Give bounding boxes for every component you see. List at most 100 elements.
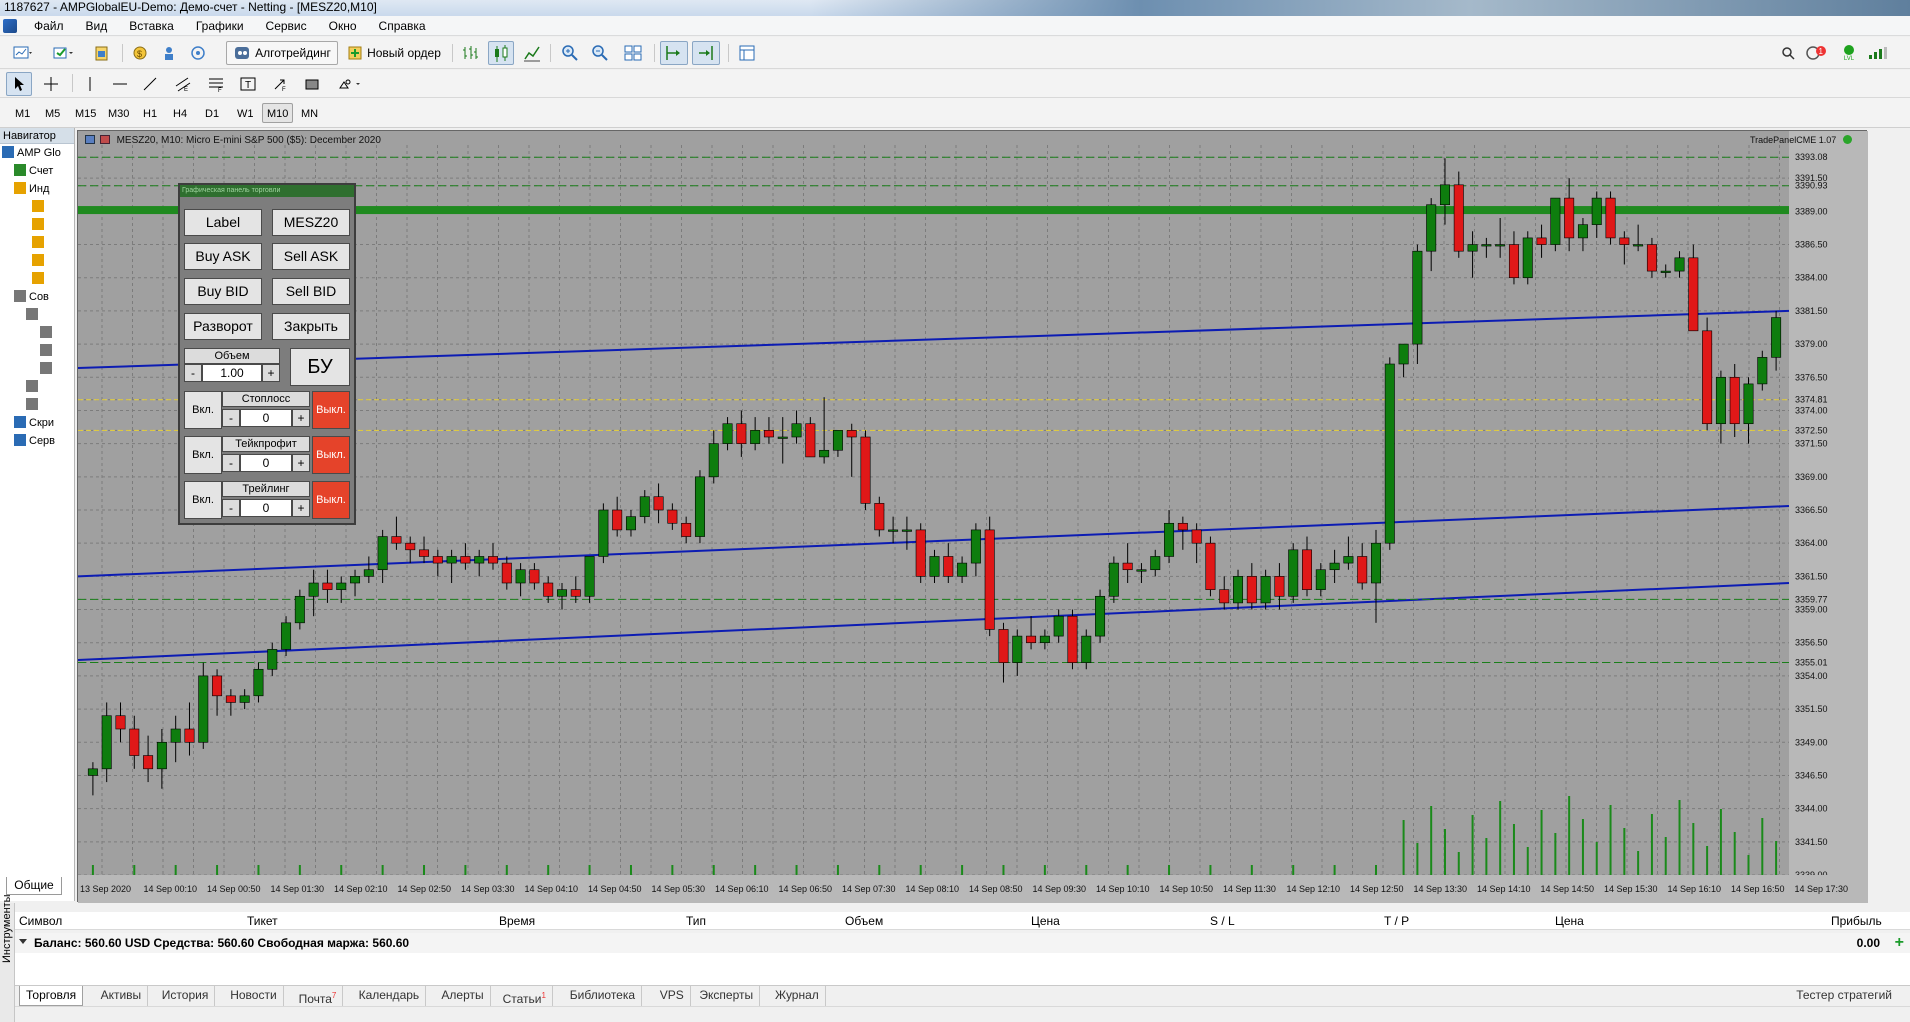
tf-m30[interactable]: M30 bbox=[103, 103, 134, 123]
col-price-current[interactable]: Цена bbox=[1555, 912, 1584, 930]
candle-body[interactable] bbox=[681, 522, 692, 537]
stoploss-input[interactable]: 0 bbox=[240, 409, 292, 427]
candle-body[interactable] bbox=[998, 629, 1009, 663]
trailing-minus[interactable]: - bbox=[222, 499, 240, 517]
stoploss-off-button[interactable]: Выкл. bbox=[312, 391, 350, 429]
candle-body[interactable] bbox=[1743, 383, 1754, 425]
candle-body[interactable] bbox=[363, 569, 374, 577]
tf-m5[interactable]: M5 bbox=[40, 103, 65, 123]
candle-body[interactable] bbox=[156, 741, 167, 770]
candle-body[interactable] bbox=[1205, 542, 1216, 590]
candle-body[interactable] bbox=[1564, 197, 1575, 239]
candle-body[interactable] bbox=[405, 542, 416, 551]
fibonacci-icon[interactable]: F bbox=[204, 72, 228, 96]
radio-icon[interactable] bbox=[186, 41, 210, 65]
tab-2[interactable]: История bbox=[156, 986, 216, 1006]
candle-body[interactable] bbox=[1577, 224, 1588, 239]
candle-body[interactable] bbox=[143, 755, 154, 770]
sell-bid-button[interactable]: Sell BID bbox=[272, 278, 350, 305]
tf-h1[interactable]: H1 bbox=[138, 103, 162, 123]
candle-body[interactable] bbox=[281, 622, 292, 650]
tab-9[interactable]: VPS bbox=[654, 986, 691, 1006]
candle-body[interactable] bbox=[874, 503, 885, 531]
candle-body[interactable] bbox=[736, 423, 747, 444]
candle-body[interactable] bbox=[1495, 244, 1506, 247]
menu-file[interactable]: Файл bbox=[23, 16, 75, 36]
candle-body[interactable] bbox=[1095, 595, 1106, 637]
candle-body[interactable] bbox=[832, 430, 843, 451]
tf-h4[interactable]: H4 bbox=[168, 103, 192, 123]
candle-body[interactable] bbox=[1688, 257, 1699, 332]
navigator-item[interactable]: Скри bbox=[0, 414, 74, 432]
candle-body[interactable] bbox=[1536, 237, 1547, 245]
candle-body[interactable] bbox=[1164, 522, 1175, 557]
stoploss-on-button[interactable]: Вкл. bbox=[184, 391, 222, 429]
database-icon[interactable] bbox=[90, 41, 114, 65]
candle-body[interactable] bbox=[1026, 635, 1037, 644]
candle-body[interactable] bbox=[115, 715, 126, 730]
stoploss-minus[interactable]: - bbox=[222, 409, 240, 427]
reverse-button[interactable]: Разворот bbox=[184, 313, 262, 340]
signals-icon[interactable] bbox=[157, 41, 181, 65]
close-button[interactable]: Закрыть bbox=[272, 313, 350, 340]
candle-body[interactable] bbox=[1591, 197, 1602, 225]
tab-7[interactable]: Статьи1 bbox=[497, 986, 553, 1006]
breakeven-button[interactable]: БУ bbox=[290, 348, 350, 386]
candle-body[interactable] bbox=[1715, 376, 1726, 425]
candle-body[interactable] bbox=[1260, 576, 1271, 604]
candle-body[interactable] bbox=[1357, 556, 1368, 584]
tab-10[interactable]: Эксперты bbox=[693, 986, 761, 1006]
candle-body[interactable] bbox=[1757, 357, 1768, 385]
candle-body[interactable] bbox=[1315, 569, 1326, 590]
candle-body[interactable] bbox=[791, 423, 802, 438]
menu-view[interactable]: Вид bbox=[75, 16, 119, 36]
cursor-icon[interactable] bbox=[6, 72, 32, 96]
candle-body[interactable] bbox=[446, 556, 457, 564]
vertical-line-icon[interactable] bbox=[78, 72, 102, 96]
balance-row[interactable]: Баланс: 560.60 USD Средства: 560.60 Своб… bbox=[15, 933, 1910, 953]
candle-body[interactable] bbox=[1467, 244, 1478, 252]
shapes-dropdown-icon[interactable] bbox=[334, 72, 368, 96]
navigator-item[interactable]: Сов bbox=[0, 288, 74, 306]
candle-body[interactable] bbox=[1067, 615, 1078, 663]
col-type[interactable]: Тип bbox=[686, 912, 706, 930]
candle-body[interactable] bbox=[1771, 317, 1782, 358]
notifications-icon[interactable]: 1 bbox=[1804, 41, 1830, 65]
line-chart-icon[interactable] bbox=[520, 41, 544, 65]
candle-body[interactable] bbox=[515, 569, 526, 584]
candle-body[interactable] bbox=[970, 529, 981, 564]
horizontal-line-icon[interactable] bbox=[108, 72, 132, 96]
tf-m15[interactable]: M15 bbox=[70, 103, 101, 123]
candle-body[interactable] bbox=[225, 695, 236, 703]
candle-body[interactable] bbox=[1108, 562, 1119, 597]
candle-body[interactable] bbox=[239, 695, 250, 703]
candle-body[interactable] bbox=[294, 595, 305, 624]
menu-window[interactable]: Окно bbox=[318, 16, 368, 36]
navigator-item[interactable] bbox=[0, 324, 74, 342]
navigator-item[interactable]: Инд bbox=[0, 180, 74, 198]
profiles-icon[interactable] bbox=[46, 41, 82, 65]
candle-body[interactable] bbox=[653, 496, 664, 511]
candle-body[interactable] bbox=[350, 576, 361, 584]
menu-insert[interactable]: Вставка bbox=[118, 16, 185, 36]
candle-body[interactable] bbox=[1453, 184, 1464, 252]
candle-body[interactable] bbox=[1053, 615, 1064, 637]
navigator-tab-general[interactable]: Общие bbox=[6, 877, 62, 895]
candle-body[interactable] bbox=[1646, 244, 1657, 272]
candle-body[interactable] bbox=[1619, 237, 1630, 245]
candle-body[interactable] bbox=[253, 668, 264, 697]
candle-body[interactable] bbox=[198, 675, 209, 743]
rectangle-tool-icon[interactable] bbox=[300, 72, 324, 96]
col-volume[interactable]: Объем bbox=[845, 912, 883, 930]
menu-charts[interactable]: Графики bbox=[185, 16, 255, 36]
candle-body[interactable] bbox=[1702, 330, 1713, 425]
col-profit[interactable]: Прибыль bbox=[1831, 912, 1882, 930]
candle-body[interactable] bbox=[391, 536, 402, 544]
trailing-off-button[interactable]: Выкл. bbox=[312, 481, 350, 519]
candle-body[interactable] bbox=[1081, 635, 1092, 663]
candle-body[interactable] bbox=[101, 715, 112, 770]
volume-input[interactable]: 1.00 bbox=[202, 364, 262, 382]
tab-1[interactable]: Активы bbox=[95, 986, 149, 1006]
buy-ask-button[interactable]: Buy ASK bbox=[184, 243, 262, 270]
menu-tools[interactable]: Сервис bbox=[255, 16, 318, 36]
